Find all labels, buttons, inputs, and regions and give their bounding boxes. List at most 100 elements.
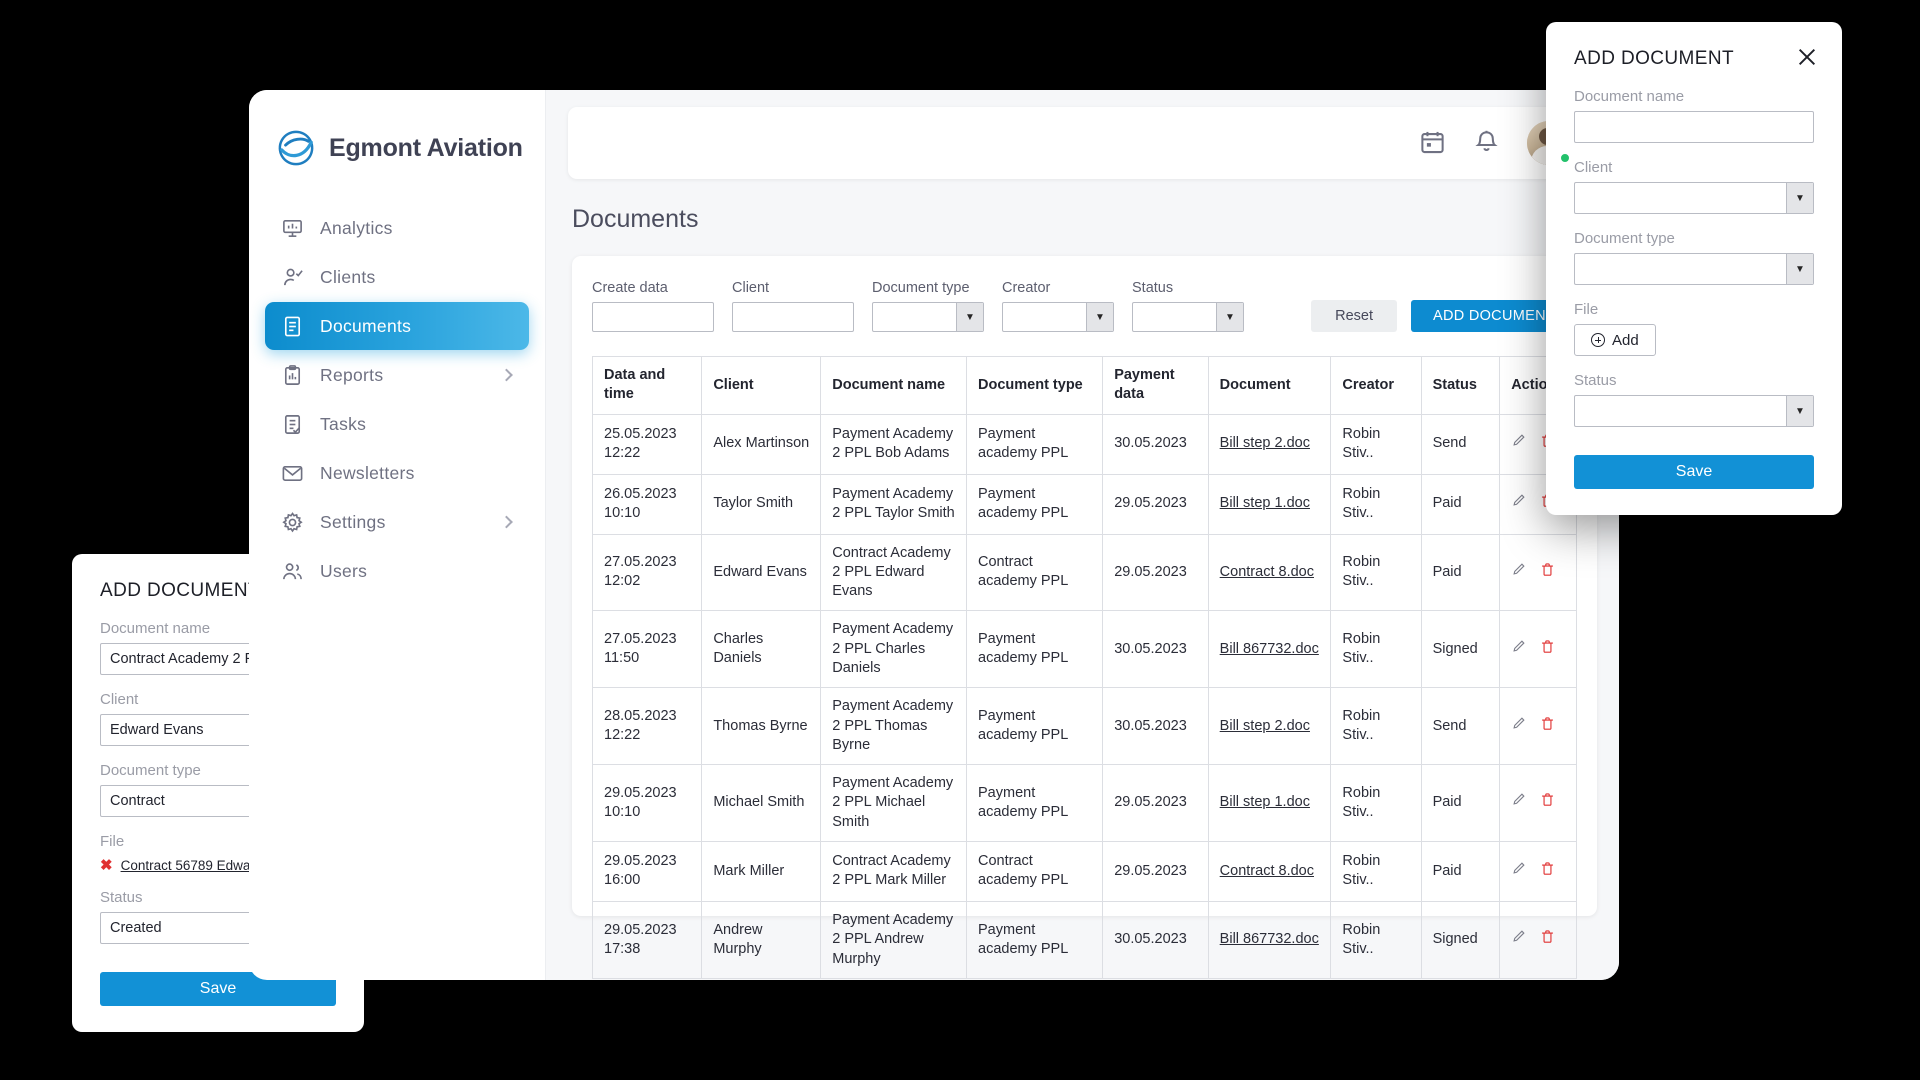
status-select[interactable]: ▼: [1574, 395, 1814, 427]
cell-action: [1500, 841, 1577, 901]
cell-datetime: 26.05.202310:10: [593, 474, 702, 534]
sidebar-item-newsletters[interactable]: Newsletters: [265, 449, 529, 497]
delete-icon[interactable]: [1540, 562, 1555, 583]
chevron-down-icon: ▼: [1216, 303, 1243, 331]
cell-document-name: Payment Academy 2 PPL Thomas Byrne: [821, 688, 967, 765]
column-header-paydata[interactable]: Payment data: [1103, 357, 1208, 415]
edit-icon[interactable]: [1511, 716, 1526, 737]
cell-payment-data: 30.05.2023: [1103, 611, 1208, 688]
chevron-right-icon: [500, 369, 513, 382]
document-link[interactable]: Bill step 2.doc: [1220, 718, 1310, 734]
document-link[interactable]: Contract 8.doc: [1220, 564, 1314, 580]
cell-client: Edward Evans: [702, 534, 821, 611]
create-data-input[interactable]: [592, 302, 714, 332]
document-link[interactable]: Bill step 2.doc: [1220, 435, 1310, 451]
cell-datetime: 29.05.202316:00: [593, 841, 702, 901]
cell-creator: Robin Stiv..: [1331, 474, 1421, 534]
chevron-down-icon: ▼: [956, 303, 983, 331]
table-row: 29.05.202317:38Andrew MurphyPayment Acad…: [593, 901, 1577, 978]
filter-label: Client: [732, 280, 854, 296]
clients-icon: [279, 264, 305, 290]
edit-icon[interactable]: [1511, 929, 1526, 950]
cell-creator: Robin Stiv..: [1331, 688, 1421, 765]
edit-icon[interactable]: [1511, 639, 1526, 660]
creator-select[interactable]: ▼: [1002, 302, 1114, 332]
column-header-datetime[interactable]: Data and time: [593, 357, 702, 415]
field-file: File Add: [1574, 301, 1814, 356]
chevron-down-icon: ▼: [1086, 303, 1113, 331]
edit-icon[interactable]: [1511, 861, 1526, 882]
document-link[interactable]: Bill step 1.doc: [1220, 495, 1310, 511]
document-link[interactable]: Contract 8.doc: [1220, 863, 1314, 879]
cell-document-type: Payment academy PPL: [967, 901, 1103, 978]
delete-icon[interactable]: [1540, 861, 1555, 882]
column-header-docname[interactable]: Document name: [821, 357, 967, 415]
sidebar-item-analytics[interactable]: Analytics: [265, 204, 529, 252]
sidebar-item-users[interactable]: Users: [265, 547, 529, 595]
sidebar-item-documents[interactable]: Documents: [265, 302, 529, 350]
filter-actions: Reset ADD DOCUMENT: [1311, 300, 1577, 332]
cell-document-name: Contract Academy 2 PPL Edward Evans: [821, 534, 967, 611]
save-button[interactable]: Save: [1574, 455, 1814, 489]
column-header-creator[interactable]: Creator: [1331, 357, 1421, 415]
table-body: 25.05.202312:22Alex Martinson Payment Aca…: [593, 414, 1577, 978]
cell-client: Andrew Murphy: [702, 901, 821, 978]
delete-icon[interactable]: [1540, 639, 1555, 660]
sidebar-item-settings[interactable]: Settings: [265, 498, 529, 546]
cell-client: Alex Martinson: [702, 414, 821, 474]
edit-icon[interactable]: [1511, 433, 1526, 454]
cell-document-type: Payment academy PPL: [967, 414, 1103, 474]
select-value: [1133, 303, 1216, 331]
chevron-down-icon: ▼: [1786, 254, 1813, 284]
status-select[interactable]: ▼: [1132, 302, 1244, 332]
cell-datetime: 25.05.202312:22: [593, 414, 702, 474]
cell-document: Bill 867732.doc: [1208, 611, 1331, 688]
filter-label: Status: [1132, 280, 1244, 296]
calendar-icon[interactable]: [1419, 129, 1447, 157]
brand-name: Egmont Aviation: [329, 134, 523, 163]
analytics-icon: [279, 215, 305, 241]
delete-icon[interactable]: [1540, 716, 1555, 737]
document-type-select[interactable]: ▼: [872, 302, 984, 332]
field-label: File: [1574, 301, 1814, 318]
column-header-client[interactable]: Client: [702, 357, 821, 415]
remove-file-icon[interactable]: ✖: [100, 858, 113, 873]
sidebar-item-tasks[interactable]: Tasks: [265, 400, 529, 448]
select-value: [1575, 183, 1786, 213]
column-header-document[interactable]: Document: [1208, 357, 1331, 415]
tasks-icon: [279, 411, 305, 437]
delete-icon[interactable]: [1540, 792, 1555, 813]
add-file-button[interactable]: Add: [1574, 324, 1656, 356]
document-link[interactable]: Bill 867732.doc: [1220, 641, 1319, 657]
filters-bar: Create data Client Document type ▼ Creat…: [592, 276, 1577, 332]
sidebar-item-clients[interactable]: Clients: [265, 253, 529, 301]
users-icon: [279, 558, 305, 584]
sidebar-item-reports[interactable]: Reports: [265, 351, 529, 399]
client-input[interactable]: [732, 302, 854, 332]
edit-icon[interactable]: [1511, 562, 1526, 583]
filter-create-data: Create data: [592, 280, 714, 332]
document-type-select[interactable]: ▼: [1574, 253, 1814, 285]
edit-icon[interactable]: [1511, 493, 1526, 514]
cell-document-name: Payment Academy 2 PPL Michael Smith: [821, 765, 967, 842]
cell-document-type: Contract academy PPL: [967, 534, 1103, 611]
cell-creator: Robin Stiv..: [1331, 765, 1421, 842]
delete-icon[interactable]: [1540, 929, 1555, 950]
field-client: Client ▼: [1574, 159, 1814, 214]
reset-button[interactable]: Reset: [1311, 300, 1397, 332]
cell-payment-data: 30.05.2023: [1103, 414, 1208, 474]
column-header-doctype[interactable]: Document type: [967, 357, 1103, 415]
bell-icon[interactable]: [1473, 129, 1501, 157]
column-header-status[interactable]: Status: [1421, 357, 1500, 415]
page-title: Documents: [572, 205, 1619, 234]
edit-icon[interactable]: [1511, 792, 1526, 813]
sidebar-item-label: Users: [320, 561, 367, 582]
document-link[interactable]: Bill step 1.doc: [1220, 794, 1310, 810]
close-icon[interactable]: [1796, 46, 1818, 68]
document-link[interactable]: Bill 867732.doc: [1220, 931, 1319, 947]
cell-payment-data: 29.05.2023: [1103, 534, 1208, 611]
document-name-input[interactable]: [1574, 111, 1814, 143]
cell-client: Mark Miller: [702, 841, 821, 901]
sidebar-item-label: Analytics: [320, 218, 393, 239]
client-select[interactable]: ▼: [1574, 182, 1814, 214]
